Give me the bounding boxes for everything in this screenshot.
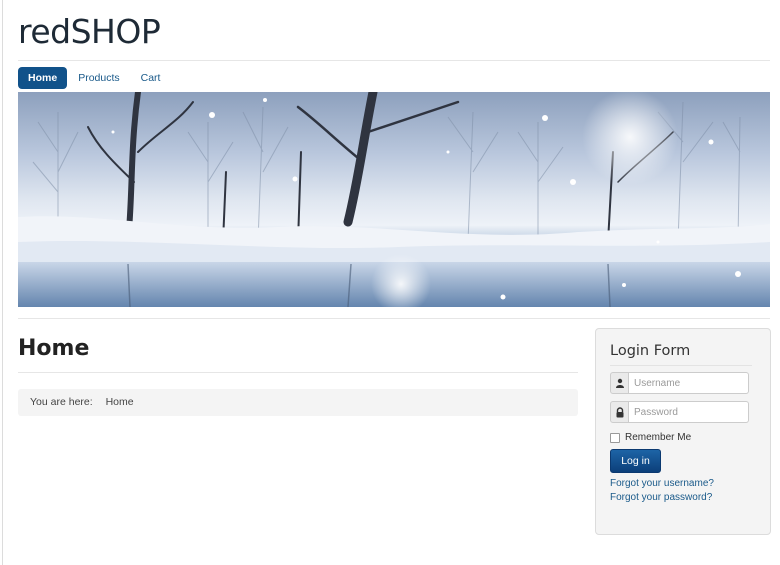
winter-forest-illustration	[18, 92, 770, 307]
user-icon	[610, 372, 629, 394]
login-title: Login Form	[610, 343, 691, 359]
remember-me[interactable]: Remember Me	[610, 432, 691, 443]
breadcrumb: You are here: Home	[18, 389, 578, 416]
remember-me-label: Remember Me	[625, 432, 692, 443]
remember-me-checkbox[interactable]	[610, 432, 620, 443]
lock-icon	[610, 401, 629, 423]
site-title[interactable]: redSHOP	[18, 12, 161, 51]
forgot-password-link[interactable]: Forgot your password?	[610, 492, 712, 503]
nav-item-cart[interactable]: Cart	[131, 67, 171, 89]
password-field	[610, 401, 749, 423]
page-title: Home	[18, 336, 90, 361]
main-nav: Home Products Cart	[18, 67, 171, 89]
password-input[interactable]	[629, 401, 749, 423]
heading-divider	[18, 372, 578, 373]
login-module: Login Form Remember Me Log in Forgot you…	[595, 328, 771, 535]
nav-item-products[interactable]: Products	[68, 67, 129, 89]
header-divider	[18, 60, 770, 61]
forgot-username-link[interactable]: Forgot your username?	[610, 478, 714, 489]
content-divider	[18, 318, 770, 319]
username-field	[610, 372, 749, 394]
banner-image	[18, 92, 770, 307]
nav-item-home[interactable]: Home	[18, 67, 68, 89]
login-button[interactable]: Log in	[610, 449, 661, 473]
breadcrumb-item-home: Home	[105, 396, 134, 408]
left-border	[2, 0, 3, 565]
login-title-divider	[610, 365, 752, 366]
username-input[interactable]	[629, 372, 749, 394]
breadcrumb-label: You are here:	[30, 396, 93, 408]
